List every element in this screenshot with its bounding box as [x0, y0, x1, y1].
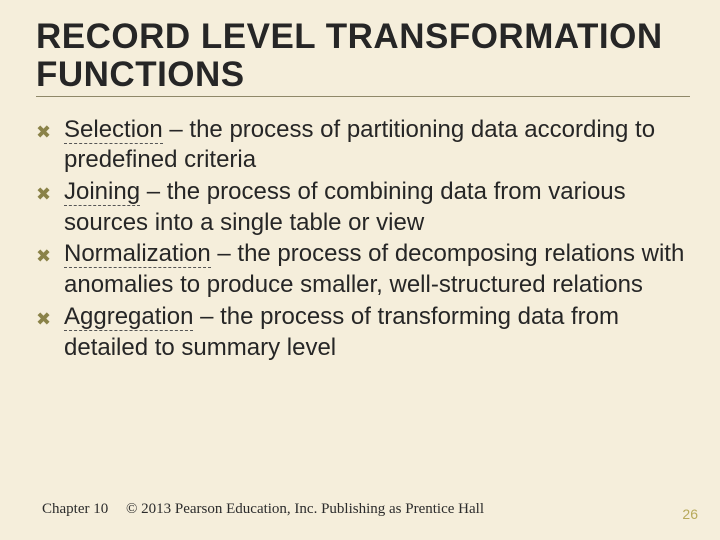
list-item: ✖ Selection – the process of partitionin…	[36, 115, 688, 176]
list-item: ✖ Aggregation – the process of transform…	[36, 302, 688, 363]
term: Normalization	[64, 240, 211, 268]
list-item: ✖ Joining – the process of combining dat…	[36, 177, 688, 238]
term: Joining	[64, 178, 140, 206]
page-number: 26	[682, 506, 698, 522]
definition: – the process of combining data from var…	[64, 178, 626, 236]
x-bullet-icon: ✖	[36, 239, 64, 268]
term: Aggregation	[64, 303, 193, 331]
x-bullet-icon: ✖	[36, 302, 64, 331]
item-text: Joining – the process of combining data …	[64, 177, 688, 238]
item-text: Normalization – the process of decomposi…	[64, 239, 688, 300]
x-bullet-icon: ✖	[36, 177, 64, 206]
slide: RECORD LEVEL TRANSFORMATION FUNCTIONS ✖ …	[0, 0, 720, 540]
footer: Chapter 10 © 2013 Pearson Education, Inc…	[42, 501, 484, 518]
copyright-text: © 2013 Pearson Education, Inc. Publishin…	[126, 501, 484, 517]
content-area: ✖ Selection – the process of partitionin…	[36, 115, 690, 364]
x-bullet-icon: ✖	[36, 115, 64, 144]
list-item: ✖ Normalization – the process of decompo…	[36, 239, 688, 300]
slide-title: RECORD LEVEL TRANSFORMATION FUNCTIONS	[36, 18, 690, 97]
chapter-label: Chapter 10	[42, 501, 108, 517]
item-text: Aggregation – the process of transformin…	[64, 302, 688, 363]
term: Selection	[64, 116, 163, 144]
item-text: Selection – the process of partitioning …	[64, 115, 688, 176]
